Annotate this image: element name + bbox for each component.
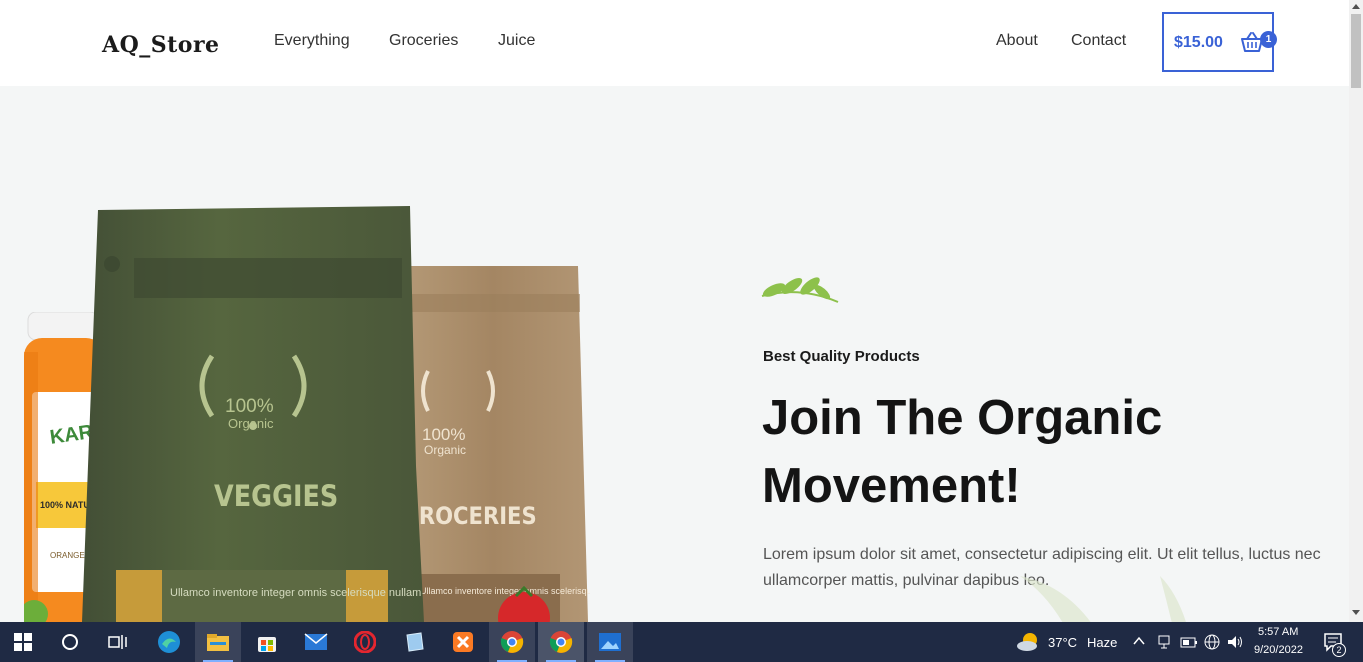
weather-condition[interactable]: Haze xyxy=(1087,635,1117,650)
weather-icon[interactable] xyxy=(1016,631,1042,653)
veggies-bag-image: 100% Organic VEGGIES Ullamco inventore i… xyxy=(82,206,424,622)
meet-now-icon[interactable] xyxy=(1157,634,1171,650)
leaf-icon xyxy=(761,277,839,303)
opera-icon[interactable] xyxy=(342,622,388,662)
mail-icon[interactable] xyxy=(293,622,339,662)
groceries-bag-organic: Organic xyxy=(424,443,466,457)
nav-everything[interactable]: Everything xyxy=(274,32,350,50)
groceries-bag-image: 100% Organic GROCERIES Ullamco inventore… xyxy=(398,266,590,622)
veggies-bag-organic: Organic xyxy=(228,416,274,431)
notification-count-badge: 2 xyxy=(1332,643,1346,657)
hero-section: KARI 100% NATURAL ORANGE JUICE 100% Orga… xyxy=(0,86,1349,622)
nav-about[interactable]: About xyxy=(996,32,1038,50)
groceries-bag-window-text: Ullamco inventore integer omnis sceleris… xyxy=(420,586,590,596)
battery-icon[interactable] xyxy=(1180,635,1198,649)
cart-total: $15.00 xyxy=(1174,34,1223,51)
cart-count-badge: 1 xyxy=(1260,31,1277,48)
nav-juice[interactable]: Juice xyxy=(498,32,535,50)
search-icon[interactable] xyxy=(47,622,93,662)
chrome-icon[interactable] xyxy=(489,622,535,662)
volume-icon[interactable] xyxy=(1226,634,1244,650)
hero-eyebrow: Best Quality Products xyxy=(763,348,920,365)
groceries-bag-percent: 100% xyxy=(422,425,465,444)
nav-groceries[interactable]: Groceries xyxy=(389,32,458,50)
nav-contact[interactable]: Contact xyxy=(1071,32,1126,50)
hero-headline: Join The Organic Movement! xyxy=(762,391,1163,513)
start-icon[interactable] xyxy=(0,622,46,662)
scroll-thumb[interactable] xyxy=(1351,14,1361,88)
xampp-icon[interactable] xyxy=(440,622,486,662)
weather-temp[interactable]: 37°C xyxy=(1048,635,1077,650)
page-scrollbar[interactable] xyxy=(1349,0,1363,622)
windows-taskbar: 37°C Haze 5:57 AM 9/20/2022 2 xyxy=(0,622,1363,662)
veggies-bag-window-text: Ullamco inventore integer omnis sceleris… xyxy=(170,587,424,599)
cart-button[interactable]: $15.00 1 xyxy=(1162,12,1277,72)
chevron-up-icon[interactable] xyxy=(1133,636,1145,646)
edge-icon[interactable] xyxy=(146,622,192,662)
scroll-down-icon[interactable] xyxy=(1352,610,1360,615)
photos-icon[interactable] xyxy=(587,622,633,662)
site-logo[interactable]: AQ_Store xyxy=(102,32,220,58)
task-view-icon[interactable] xyxy=(95,622,141,662)
veggies-bag-percent: 100% xyxy=(225,396,274,417)
file-explorer-icon[interactable] xyxy=(195,622,241,662)
veggies-bag-label: VEGGIES xyxy=(214,481,338,514)
chrome-profile-icon[interactable] xyxy=(538,622,584,662)
network-globe-icon[interactable] xyxy=(1203,633,1221,651)
clock-date[interactable]: 9/20/2022 xyxy=(1254,644,1303,656)
background-leaf-icon xyxy=(1020,576,1186,622)
clock-time[interactable]: 5:57 AM xyxy=(1258,626,1298,638)
scroll-up-icon[interactable] xyxy=(1352,4,1360,9)
notepad-icon[interactable] xyxy=(391,622,437,662)
store-icon[interactable] xyxy=(244,622,290,662)
site-header: AQ_Store Everything Groceries Juice Abou… xyxy=(0,0,1349,86)
